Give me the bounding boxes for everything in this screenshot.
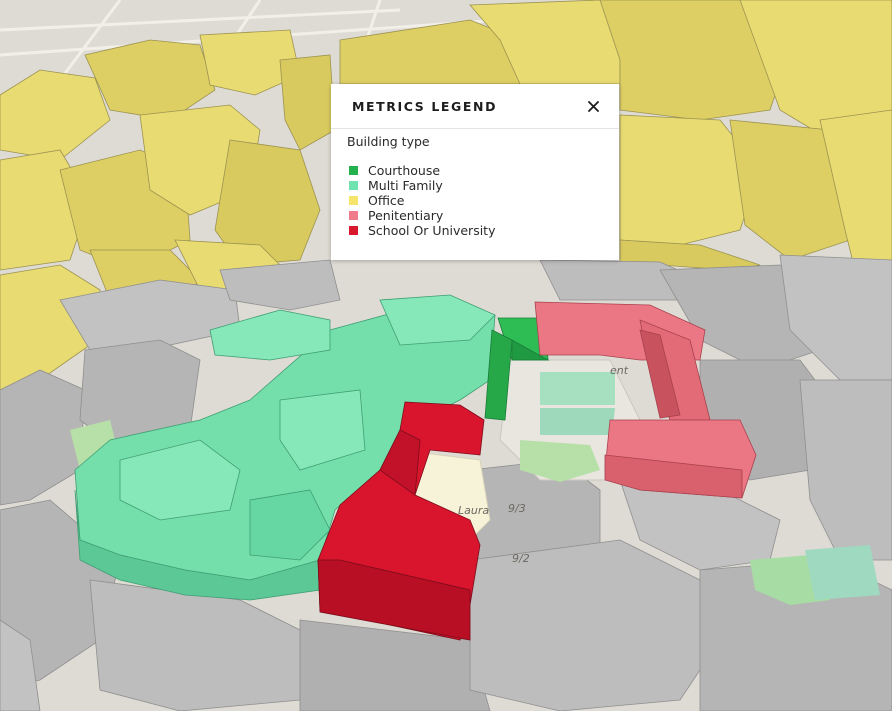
legend-item-office: Office bbox=[347, 193, 603, 208]
metrics-legend-panel: METRICS LEGEND Building type Courthouse … bbox=[331, 84, 619, 260]
legend-item-school-or-university: School Or University bbox=[347, 223, 603, 238]
legend-label: Office bbox=[368, 193, 405, 208]
legend-item-penitentiary: Penitentiary bbox=[347, 208, 603, 223]
legend-swatch bbox=[349, 211, 358, 220]
street-label: Laura bbox=[458, 504, 489, 517]
legend-item-courthouse: Courthouse bbox=[347, 163, 603, 178]
legend-swatch bbox=[349, 166, 358, 175]
legend-body: Building type Courthouse Multi Family Of… bbox=[331, 129, 619, 238]
close-icon[interactable] bbox=[585, 98, 601, 114]
legend-label: Multi Family bbox=[368, 178, 443, 193]
legend-title: METRICS LEGEND bbox=[352, 98, 498, 114]
legend-label: School Or University bbox=[368, 223, 496, 238]
legend-swatch bbox=[349, 181, 358, 190]
legend-subtitle: Building type bbox=[347, 134, 430, 149]
street-label: 9/3 bbox=[508, 502, 526, 515]
legend-item-multi-family: Multi Family bbox=[347, 178, 603, 193]
legend-label: Courthouse bbox=[368, 163, 441, 178]
legend-swatch bbox=[349, 196, 358, 205]
legend-header: METRICS LEGEND bbox=[331, 84, 619, 129]
legend-swatch bbox=[349, 226, 358, 235]
legend-label: Penitentiary bbox=[368, 208, 444, 223]
street-label: ent bbox=[610, 364, 629, 377]
street-label: 9/2 bbox=[512, 552, 530, 565]
